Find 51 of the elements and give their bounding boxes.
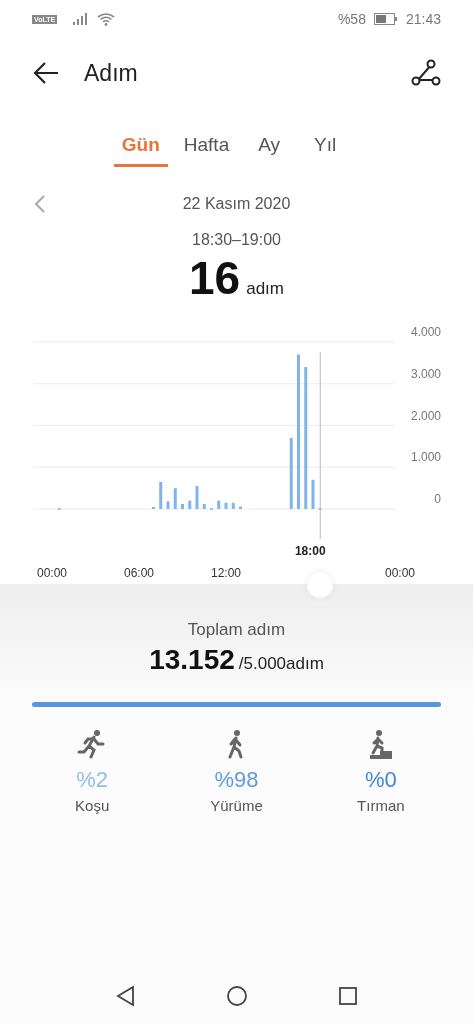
total-label: Toplam adım bbox=[186, 620, 287, 640]
clock: 21:43 bbox=[405, 11, 441, 27]
recents-square-icon bbox=[336, 985, 359, 1007]
x-tick-label: 00:00 bbox=[37, 566, 67, 580]
period-tab[interactable]: Hafta bbox=[175, 128, 238, 167]
chart-bar bbox=[173, 488, 177, 509]
total-steps: 13.152 bbox=[149, 644, 235, 676]
slider-handle[interactable] bbox=[307, 572, 334, 598]
wifi-icon bbox=[97, 12, 116, 26]
activity-label: Tırman bbox=[357, 797, 405, 814]
goal-text: /5.000adım bbox=[238, 654, 324, 674]
chart-bar bbox=[159, 481, 163, 509]
chart-bar bbox=[289, 438, 293, 509]
x-tick-label: 06:00 bbox=[124, 566, 154, 580]
climbing-figure-icon bbox=[367, 729, 394, 759]
cursor-time-label: 18:00 bbox=[294, 544, 326, 558]
chart-bar bbox=[231, 502, 235, 509]
activity-label: Koşu bbox=[75, 797, 110, 814]
chart-bar bbox=[181, 504, 184, 509]
y-tick-label: 1.000 bbox=[410, 450, 441, 465]
step-value: 16 bbox=[189, 251, 241, 305]
activity-percent: %2 bbox=[76, 767, 109, 793]
activity-percent: %0 bbox=[364, 767, 397, 793]
chart-bar bbox=[311, 479, 315, 509]
signal-icon bbox=[73, 13, 90, 25]
y-tick-label: 0 bbox=[434, 492, 441, 506]
home-circle-icon bbox=[225, 985, 248, 1007]
chart-bar bbox=[152, 506, 155, 509]
x-tick-label: 12:00 bbox=[211, 566, 241, 580]
activity-label: Yürüme bbox=[210, 797, 263, 814]
chart-bar bbox=[195, 486, 199, 509]
battery-icon bbox=[373, 13, 398, 25]
chart-bar bbox=[224, 502, 228, 509]
period-tab[interactable]: Ay bbox=[245, 128, 294, 167]
activity-percent: %98 bbox=[214, 767, 259, 793]
period-tab[interactable]: Yıl bbox=[301, 128, 350, 167]
x-tick-label: 00:00 bbox=[385, 566, 415, 580]
chart-bar bbox=[239, 506, 242, 509]
page-title: Adım bbox=[84, 59, 138, 87]
step-unit: adım bbox=[246, 279, 284, 299]
time-range: 18:30–19:00 bbox=[191, 231, 282, 249]
date-label: 22 Kasım 2020 bbox=[182, 195, 291, 213]
chart-bar bbox=[217, 500, 221, 509]
y-tick-label: 2.000 bbox=[410, 408, 441, 423]
chart-bar bbox=[202, 504, 206, 509]
y-tick-label: 3.000 bbox=[410, 366, 441, 381]
back-triangle-icon bbox=[114, 985, 137, 1007]
battery-percent: %58 bbox=[337, 11, 366, 27]
chart-bar bbox=[188, 500, 192, 509]
y-tick-label: 4.000 bbox=[410, 327, 441, 339]
chart-bar bbox=[166, 501, 170, 509]
